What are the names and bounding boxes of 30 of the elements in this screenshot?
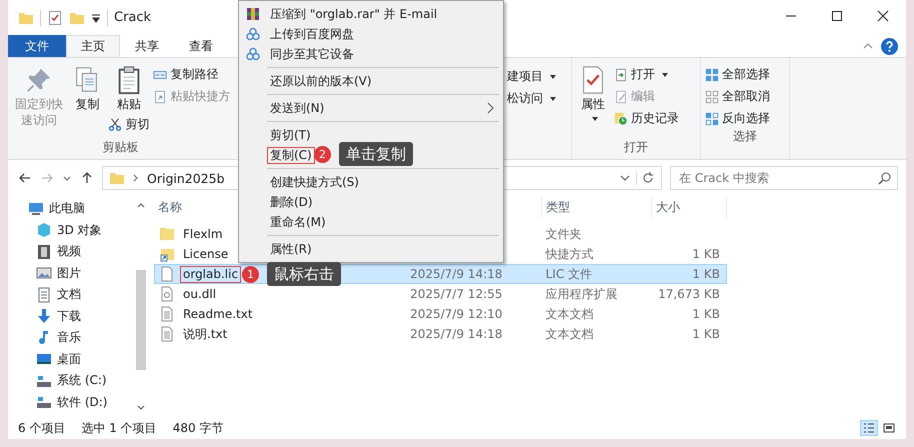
file-name: Readme.txt	[182, 306, 254, 322]
callout-tooltip: 单击复制	[339, 142, 413, 166]
modified-date: 2025/7/9 12:10	[410, 307, 502, 321]
modified-date: 2025/7/9 14:18	[410, 267, 502, 281]
selection-size: 480 字节	[172, 420, 224, 436]
file-name: License	[182, 246, 230, 262]
selection-count: 选中 1 个项目	[81, 420, 157, 436]
file-name: orglab.lic	[180, 266, 242, 282]
callout-tooltip: 鼠标右击	[267, 262, 341, 286]
modified-date: 2025/7/9 14:18	[410, 327, 502, 341]
file-type: 文件夹	[546, 226, 582, 242]
file-size: 1 KB	[692, 267, 720, 281]
file-type: 文本文档	[546, 326, 594, 342]
group-label: 打开	[623, 139, 649, 156]
file-type: 文本文档	[546, 306, 594, 322]
file-type: 应用程序扩展	[546, 286, 618, 302]
file-type: 快捷方式	[546, 246, 594, 262]
file-name: ou.dll	[182, 286, 218, 302]
modified-date: 2025/7/7 12:55	[410, 287, 502, 301]
window-title: Crack	[114, 10, 152, 25]
file-type: LIC 文件	[546, 266, 592, 282]
file-size: 17,673 KB	[658, 287, 720, 301]
file-size: 1 KB	[692, 247, 720, 261]
file-size: 1 KB	[692, 327, 720, 341]
item-count: 6 个项目	[18, 420, 66, 436]
group-label: 剪贴板	[102, 139, 140, 156]
file-size: 1 KB	[692, 307, 720, 321]
file-name: 说明.txt	[182, 326, 228, 342]
group-label: 选择	[732, 128, 758, 145]
file-name: Flexlm	[182, 226, 224, 242]
